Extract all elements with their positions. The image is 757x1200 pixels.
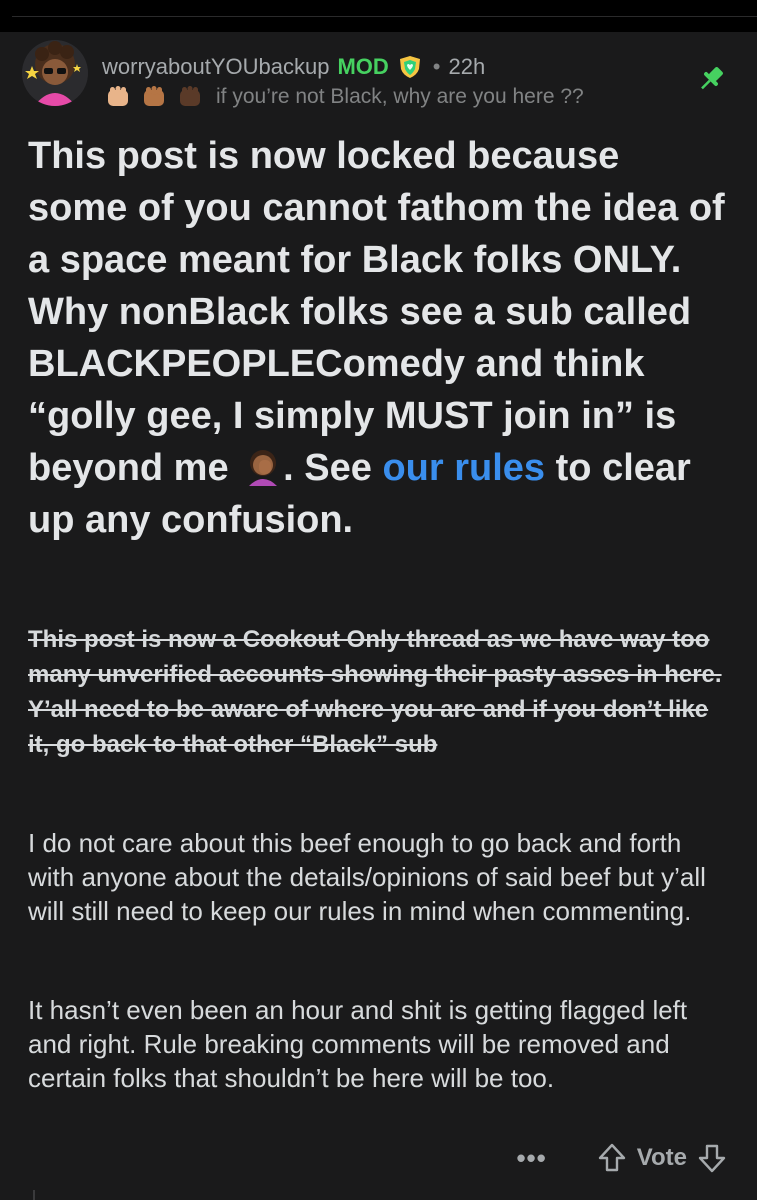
separator-dot: • [432, 54, 441, 79]
facepalm-emoji-icon [243, 446, 283, 486]
more-options-button[interactable]: ••• [516, 1143, 546, 1174]
fist-dark-icon [176, 84, 204, 110]
fist-medium-icon [140, 84, 168, 110]
avatar[interactable] [22, 40, 88, 106]
vote-count: Vote [636, 1144, 687, 1171]
pin-icon [694, 62, 728, 96]
comment-thread-line [33, 1190, 35, 1200]
struck-paragraph: This post is now a Cookout Only thread a… [28, 626, 722, 758]
post-actions: ••• Vote [516, 1138, 727, 1178]
upvote-icon[interactable] [597, 1142, 627, 1174]
post-age: 22h [448, 54, 486, 79]
body-paragraph-2: It hasn’t even been an hour and shit is … [28, 995, 688, 1093]
user-flair: if you’re not Black, why are you here ?? [104, 82, 584, 112]
rules-link[interactable]: our rules [382, 447, 545, 489]
headline-text: This post is now locked because some of … [28, 135, 725, 489]
flair-text: if you’re not Black, why are you here ?? [216, 85, 584, 108]
username-link[interactable]: worryaboutYOUbackup [102, 54, 329, 80]
post-author-row: worryaboutYOUbackup MOD • 22h [102, 52, 485, 82]
post-headline: This post is now locked because some of … [28, 130, 728, 546]
fist-light-icon [104, 84, 132, 110]
mod-badge: MOD [337, 54, 389, 79]
avatar-illustration [22, 40, 88, 106]
top-bar [0, 0, 757, 32]
body-paragraph-1: I do not care about this beef enough to … [28, 828, 706, 926]
mod-shield-icon [397, 54, 423, 80]
downvote-icon[interactable] [697, 1142, 727, 1174]
divider [12, 16, 757, 17]
headline-see: . See [283, 447, 372, 489]
